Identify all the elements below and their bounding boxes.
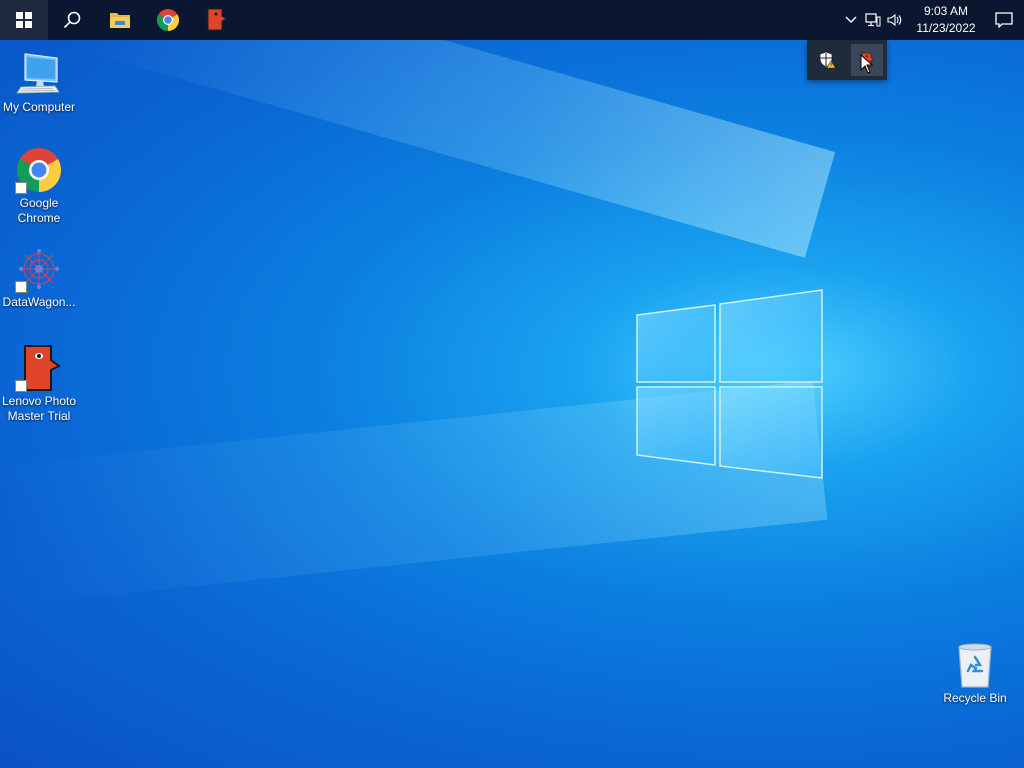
tray-overflow-popup	[807, 40, 887, 80]
clock-date: 11/23/2022	[916, 21, 976, 35]
show-hidden-icons-button[interactable]	[840, 0, 862, 40]
desktop-icon-label: Recycle Bin	[943, 691, 1007, 705]
wallpaper-windows-logo	[636, 289, 823, 479]
shortcut-arrow-icon	[15, 281, 27, 293]
desktop-icon-label: My Computer	[2, 100, 76, 114]
chevron-up-icon	[845, 16, 857, 23]
security-tray-button[interactable]	[811, 44, 843, 76]
taskbar: 9:03 AM 11/23/2022	[0, 0, 1024, 40]
clock-time: 9:03 AM	[923, 4, 969, 18]
recycle-bin-icon	[958, 643, 992, 688]
volume-button[interactable]	[884, 0, 906, 40]
chrome-icon	[157, 9, 179, 31]
notification-icon	[995, 12, 1013, 28]
folder-icon	[110, 13, 130, 28]
clock[interactable]: 9:03 AM 11/23/2022	[910, 0, 982, 40]
desktop-icon-google-chrome[interactable]: Google Chrome	[1, 146, 77, 226]
file-explorer-button[interactable]	[96, 0, 144, 40]
start-button[interactable]	[0, 0, 48, 40]
speaker-icon	[887, 13, 902, 27]
action-center-button[interactable]	[984, 0, 1024, 40]
photo-master-taskbar-button[interactable]	[192, 0, 240, 40]
desktop-icon-label: Lenovo Photo Master Trial	[1, 394, 77, 423]
desktop-icon-label: DataWagon...	[2, 295, 76, 309]
search-button[interactable]	[48, 0, 96, 40]
chrome-taskbar-button[interactable]	[144, 0, 192, 40]
search-icon	[63, 11, 81, 29]
computer-icon	[16, 53, 60, 94]
desktop-icon-my-computer[interactable]: My Computer	[1, 50, 77, 115]
mouse-cursor-icon	[860, 54, 874, 74]
desktop-icon-recycle-bin[interactable]: Recycle Bin	[937, 641, 1013, 706]
windows-logo-icon	[16, 12, 32, 28]
system-tray: 9:03 AM 11/23/2022	[840, 0, 1024, 40]
desktop-icon-lenovo-photo-master[interactable]: Lenovo Photo Master Trial	[1, 344, 77, 424]
network-icon	[865, 13, 881, 27]
desktop-icon-datawagon[interactable]: DataWagon...	[1, 245, 77, 310]
security-shield-icon	[819, 51, 836, 69]
shortcut-arrow-icon	[15, 380, 27, 392]
photo-master-icon	[207, 8, 227, 31]
network-button[interactable]	[862, 0, 884, 40]
desktop-icon-label: Google Chrome	[17, 196, 61, 225]
shortcut-arrow-icon	[15, 182, 27, 194]
